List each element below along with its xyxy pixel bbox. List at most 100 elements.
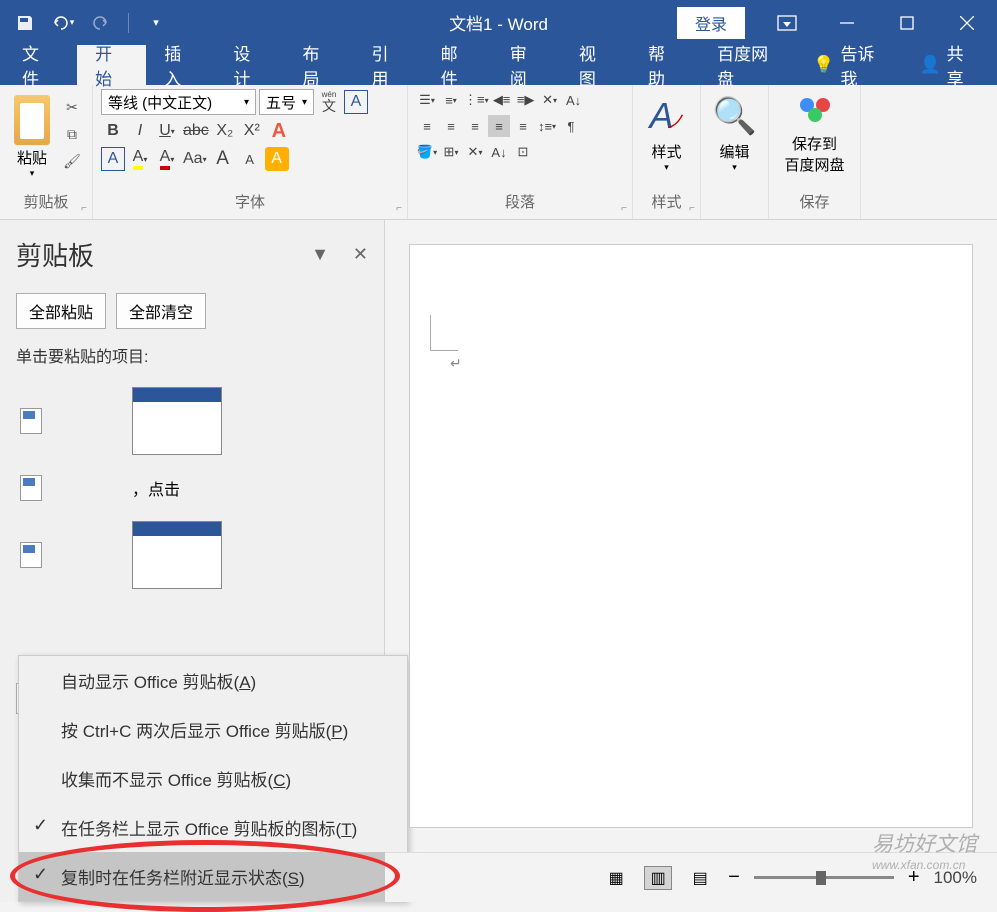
font-dialog-launcher-icon[interactable]: ⌐ xyxy=(396,203,402,214)
baidu-cloud-icon[interactable] xyxy=(794,95,836,127)
tab-help[interactable]: 帮助 xyxy=(630,45,699,85)
tab-baidu[interactable]: 百度网盘 xyxy=(699,45,801,85)
bullets-icon[interactable]: ☰▾ xyxy=(416,89,438,111)
share-button[interactable]: 👤 共享 xyxy=(901,45,997,85)
justify-icon[interactable]: ≡ xyxy=(488,115,510,137)
maximize-icon[interactable] xyxy=(877,0,937,45)
window-title: 文档1 - Word xyxy=(449,10,548,35)
menu-taskbar-icon[interactable]: 在任务栏上显示 Office 剪贴板的图标(T) xyxy=(19,803,407,852)
print-layout-icon[interactable]: ▥ xyxy=(644,866,672,890)
line-spacing-icon[interactable]: ↕≡▾ xyxy=(536,115,558,137)
highlight-icon[interactable]: A▾ xyxy=(128,147,152,171)
bold-button[interactable]: B xyxy=(101,119,125,143)
char-shading-icon[interactable]: A xyxy=(101,147,125,171)
paste-all-button[interactable]: 全部粘贴 xyxy=(16,293,106,329)
copy-icon[interactable]: ⧉ xyxy=(60,122,84,146)
tab-home[interactable]: 开始 xyxy=(77,45,146,85)
clipboard-item[interactable] xyxy=(16,513,368,597)
decrease-indent-icon[interactable]: ◀≡ xyxy=(491,89,513,111)
borders-icon[interactable]: ⊞▾ xyxy=(440,141,462,163)
pane-close-icon[interactable]: ✕ xyxy=(353,244,368,265)
document-area[interactable]: ↵ xyxy=(409,244,973,828)
tab-references[interactable]: 引用 xyxy=(354,45,423,85)
tab-design[interactable]: 设计 xyxy=(215,45,284,85)
italic-button[interactable]: I xyxy=(128,119,152,143)
options-menu: 自动显示 Office 剪贴板(A) 按 Ctrl+C 两次后显示 Office… xyxy=(18,655,408,902)
sort-para-icon[interactable]: A↓ xyxy=(488,141,510,163)
tab-review[interactable]: 审阅 xyxy=(492,45,561,85)
ribbon-options-icon[interactable] xyxy=(757,0,817,45)
align-right-icon[interactable]: ≡ xyxy=(464,115,486,137)
menu-collect-no-show[interactable]: 收集而不显示 Office 剪贴板(C) xyxy=(19,754,407,803)
styles-icon[interactable]: Aノ xyxy=(649,95,683,137)
qat-customize-icon[interactable]: ▾ xyxy=(141,8,171,38)
menu-ctrl-c-twice[interactable]: 按 Ctrl+C 两次后显示 Office 剪贴版(P) xyxy=(19,705,407,754)
tab-file[interactable]: 文件 xyxy=(0,45,77,85)
shrink-font-icon[interactable]: A xyxy=(238,147,262,171)
cursor-corner xyxy=(430,315,458,351)
show-marks-icon[interactable]: ¶ xyxy=(560,115,582,137)
menu-auto-show[interactable]: 自动显示 Office 剪贴板(A) xyxy=(19,656,407,705)
lightbulb-icon: 💡 xyxy=(813,55,834,75)
editing-label: 编辑 xyxy=(719,141,749,162)
text-effects-icon[interactable]: A xyxy=(267,119,291,143)
tab-view[interactable]: 视图 xyxy=(561,45,630,85)
tell-me[interactable]: 💡 告诉我 xyxy=(801,45,901,85)
snap-grid-icon[interactable]: ✕▾ xyxy=(464,141,486,163)
clear-all-button[interactable]: 全部清空 xyxy=(116,293,206,329)
para-toggle-icon[interactable]: ⊡ xyxy=(512,141,534,163)
tab-insert[interactable]: 插入 xyxy=(146,45,215,85)
increase-indent-icon[interactable]: ≡▶ xyxy=(515,89,537,111)
font-size-combo[interactable]: 五号▾ xyxy=(259,89,314,115)
font-name-combo[interactable]: 等线 (中文正文)▾ xyxy=(101,89,256,115)
minimize-icon[interactable] xyxy=(817,0,877,45)
undo-icon[interactable]: ▾ xyxy=(48,8,78,38)
zoom-handle[interactable] xyxy=(816,871,826,885)
enclose-char-icon[interactable]: A xyxy=(265,147,289,171)
close-icon[interactable] xyxy=(937,0,997,45)
font-color-icon[interactable]: A▾ xyxy=(155,147,179,171)
numbering-icon[interactable]: ≡▾ xyxy=(440,89,462,111)
cut-icon[interactable]: ✂ xyxy=(60,95,84,119)
styles-dialog-launcher-icon[interactable]: ⌐ xyxy=(689,203,695,214)
shading-icon[interactable]: 🪣▾ xyxy=(416,141,438,163)
menu-show-status[interactable]: 复制时在任务栏附近显示状态(S) xyxy=(19,852,407,901)
clipboard-item[interactable]: ，点击 xyxy=(16,467,368,509)
asian-layout-icon[interactable]: ✕▾ xyxy=(539,89,561,111)
paragraph-dialog-launcher-icon[interactable]: ⌐ xyxy=(621,203,627,214)
save-icon[interactable] xyxy=(10,8,40,38)
char-border-icon[interactable]: A xyxy=(344,90,368,114)
underline-button[interactable]: U▾ xyxy=(155,119,179,143)
align-left-icon[interactable]: ≡ xyxy=(416,115,438,137)
menu-label: 自动显示 Office 剪贴板(A) xyxy=(61,673,256,692)
format-painter-icon[interactable]: 🖌 xyxy=(60,149,84,173)
sort-icon[interactable]: A↓ xyxy=(563,89,585,111)
find-icon[interactable]: 🔍 xyxy=(712,95,757,137)
image-clip-icon xyxy=(20,542,42,568)
tab-mailings[interactable]: 邮件 xyxy=(423,45,492,85)
font-name-value: 等线 (中文正文) xyxy=(108,92,212,113)
zoom-slider[interactable] xyxy=(754,876,894,879)
pane-hint: 单击要粘贴的项目: xyxy=(16,343,368,367)
superscript-button[interactable]: X² xyxy=(240,119,264,143)
paste-button[interactable]: 粘贴 ▾ xyxy=(8,89,56,179)
group-font: 等线 (中文正文)▾ 五号▾ wén文 A B I U▾ abc X₂ X² A… xyxy=(93,85,408,219)
multilevel-icon[interactable]: ⋮≡▾ xyxy=(464,89,489,111)
strikethrough-button[interactable]: abc xyxy=(182,119,210,143)
clipboard-item[interactable] xyxy=(16,379,368,463)
change-case-icon[interactable]: Aa▾ xyxy=(182,147,208,171)
login-button[interactable]: 登录 xyxy=(677,7,745,39)
read-mode-icon[interactable]: ▦ xyxy=(602,866,630,890)
distribute-icon[interactable]: ≡ xyxy=(512,115,534,137)
clipboard-dialog-launcher-icon[interactable]: ⌐ xyxy=(81,203,87,214)
grow-font-icon[interactable]: A xyxy=(211,147,235,171)
subscript-button[interactable]: X₂ xyxy=(213,119,237,143)
tab-layout[interactable]: 布局 xyxy=(284,45,353,85)
align-center-icon[interactable]: ≡ xyxy=(440,115,462,137)
redo-icon[interactable] xyxy=(86,8,116,38)
group-label-clipboard: 剪贴板 xyxy=(8,191,84,215)
web-layout-icon[interactable]: ▤ xyxy=(686,866,714,890)
phonetic-guide-icon[interactable]: wén文 xyxy=(317,90,341,114)
zoom-out-icon[interactable]: − xyxy=(728,866,740,889)
pane-dropdown-icon[interactable]: ▼ xyxy=(311,244,329,265)
